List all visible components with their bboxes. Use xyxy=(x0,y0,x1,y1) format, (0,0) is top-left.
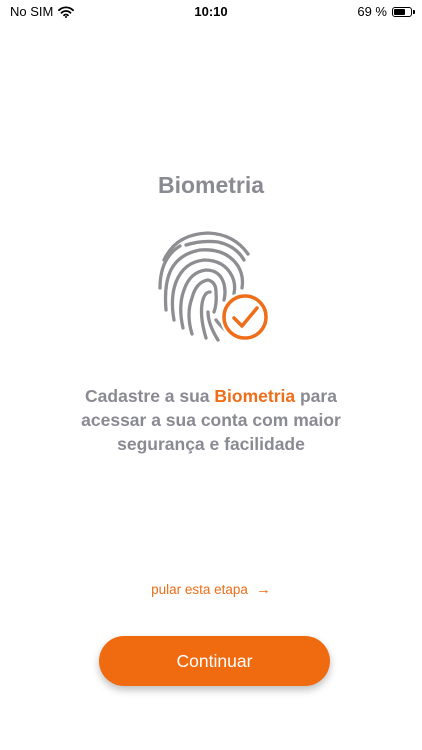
fingerprint-icon xyxy=(158,231,270,342)
page-title: Biometria xyxy=(157,172,265,198)
battery-percent: 69 % xyxy=(357,4,387,19)
description-before: Cadastre a sua xyxy=(85,386,215,406)
skip-step-link[interactable]: pular esta etapa → xyxy=(0,581,422,598)
skip-step-label: pular esta etapa xyxy=(151,582,248,597)
battery-status: 69 % xyxy=(357,4,415,19)
check-circle-icon xyxy=(220,292,270,342)
battery-level-fill xyxy=(394,8,405,15)
description-text: Cadastre a sua Biometria para acessar a … xyxy=(60,384,362,456)
arrow-right-icon: → xyxy=(255,581,271,598)
biometrics-screen: No SIM 10:10 69 % Biometria Cadastre a s… xyxy=(0,0,422,750)
description-highlight: Biometria xyxy=(214,386,296,406)
continue-button[interactable]: Continuar xyxy=(99,636,330,686)
status-bar: No SIM 10:10 69 % xyxy=(0,0,422,24)
battery-cap xyxy=(413,10,415,14)
battery-icon xyxy=(392,6,415,17)
